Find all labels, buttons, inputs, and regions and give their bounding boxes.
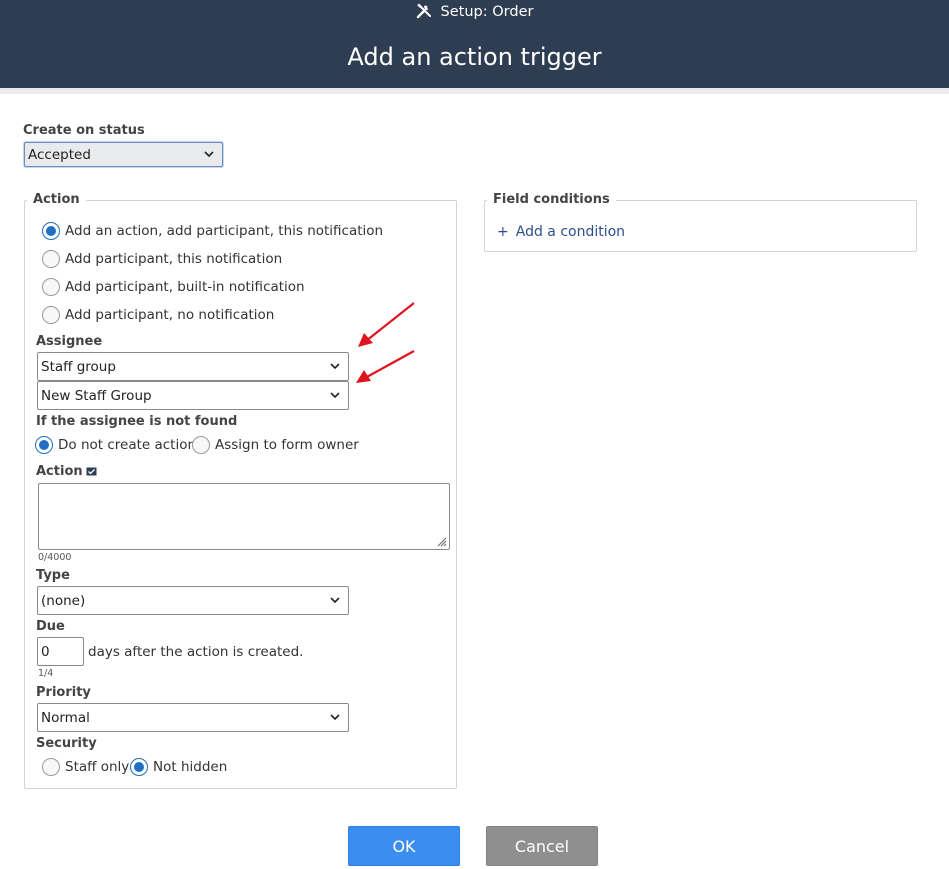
red-arrow-icon <box>356 350 415 383</box>
chevron-down-icon <box>330 363 340 370</box>
due-label: Due <box>36 619 65 634</box>
header-divider <box>0 88 949 94</box>
due-char-counter: 1/4 <box>38 668 54 679</box>
radio-unselected[interactable] <box>42 306 60 324</box>
due-days-value: 0 <box>41 643 50 660</box>
security-option-not-hidden[interactable]: Not hidden <box>130 758 227 776</box>
due-suffix: days after the action is created. <box>88 644 304 660</box>
assignee-group-value: New Staff Group <box>41 387 152 404</box>
action-option-label: Add participant, no notification <box>65 307 275 323</box>
not-found-option-2[interactable]: Assign to form owner <box>192 436 359 454</box>
action-legend: Action <box>27 192 86 207</box>
setup-breadcrumb: Setup: Order <box>0 3 949 20</box>
priority-label: Priority <box>36 685 91 700</box>
action-textarea[interactable] <box>38 483 450 550</box>
create-on-status-value: Accepted <box>28 146 91 163</box>
page-title: Add an action trigger <box>347 43 602 71</box>
add-condition-link[interactable]: + Add a condition <box>497 224 625 240</box>
action-char-counter: 0/4000 <box>38 552 72 563</box>
radio-unselected[interactable] <box>42 278 60 296</box>
add-condition-label: Add a condition <box>515 224 626 240</box>
action-text-label-row: Action <box>36 464 97 479</box>
radio-selected[interactable] <box>130 758 148 776</box>
radio-selected[interactable] <box>42 222 60 240</box>
security-label: Security <box>36 736 97 751</box>
security-option-label: Staff only <box>65 759 130 775</box>
action-option-1[interactable]: Add an action, add participant, this not… <box>42 222 383 240</box>
action-text-label: Action <box>36 464 83 479</box>
annotation-arrows <box>356 302 415 383</box>
radio-unselected[interactable] <box>192 436 210 454</box>
assignee-label: Assignee <box>36 334 103 349</box>
chevron-down-icon <box>204 151 214 158</box>
radio-unselected[interactable] <box>42 758 60 776</box>
not-found-option-1[interactable]: Do not create action <box>35 436 196 454</box>
action-option-4[interactable]: Add participant, no notification <box>42 306 274 324</box>
ok-button[interactable]: OK <box>348 826 460 866</box>
security-option-staff-only[interactable]: Staff only <box>42 758 129 776</box>
create-on-status-select[interactable]: Accepted <box>24 142 223 167</box>
assignee-type-select[interactable]: Staff group <box>37 352 349 381</box>
plus-icon: + <box>497 224 509 240</box>
action-option-label: Add participant, built-in notification <box>65 279 305 295</box>
security-option-label: Not hidden <box>153 759 228 775</box>
assignee-group-select[interactable]: New Staff Group <box>37 381 349 410</box>
field-conditions-legend: Field conditions <box>487 192 616 207</box>
action-option-label: Add an action, add participant, this not… <box>65 223 384 239</box>
chevron-down-icon <box>330 597 340 604</box>
red-arrow-icon <box>358 302 415 347</box>
not-found-option-label: Assign to form owner <box>215 437 359 453</box>
priority-select[interactable]: Normal <box>37 703 349 732</box>
radio-unselected[interactable] <box>42 250 60 268</box>
action-option-3[interactable]: Add participant, built-in notification <box>42 278 305 296</box>
chevron-down-icon <box>330 392 340 399</box>
type-label: Type <box>36 568 70 583</box>
action-option-2[interactable]: Add participant, this notification <box>42 250 282 268</box>
resize-handle-icon[interactable] <box>436 536 447 547</box>
tools-icon <box>416 3 431 19</box>
page-header: Setup: Order Add an action trigger <box>0 0 949 88</box>
radio-selected[interactable] <box>35 436 53 454</box>
not-found-label: If the assignee is not found <box>36 414 238 429</box>
assignee-type-value: Staff group <box>41 358 116 375</box>
priority-value: Normal <box>41 709 90 726</box>
rich-text-icon[interactable] <box>86 467 97 476</box>
create-on-status-label: Create on status <box>23 123 145 138</box>
chevron-down-icon <box>330 714 340 721</box>
type-value: (none) <box>41 592 86 609</box>
setup-label: Setup: Order <box>440 4 534 20</box>
action-option-label: Add participant, this notification <box>65 251 283 267</box>
cancel-button[interactable]: Cancel <box>486 826 598 866</box>
type-select[interactable]: (none) <box>37 586 349 615</box>
not-found-option-label: Do not create action <box>58 437 197 453</box>
due-days-input[interactable]: 0 <box>37 637 84 666</box>
